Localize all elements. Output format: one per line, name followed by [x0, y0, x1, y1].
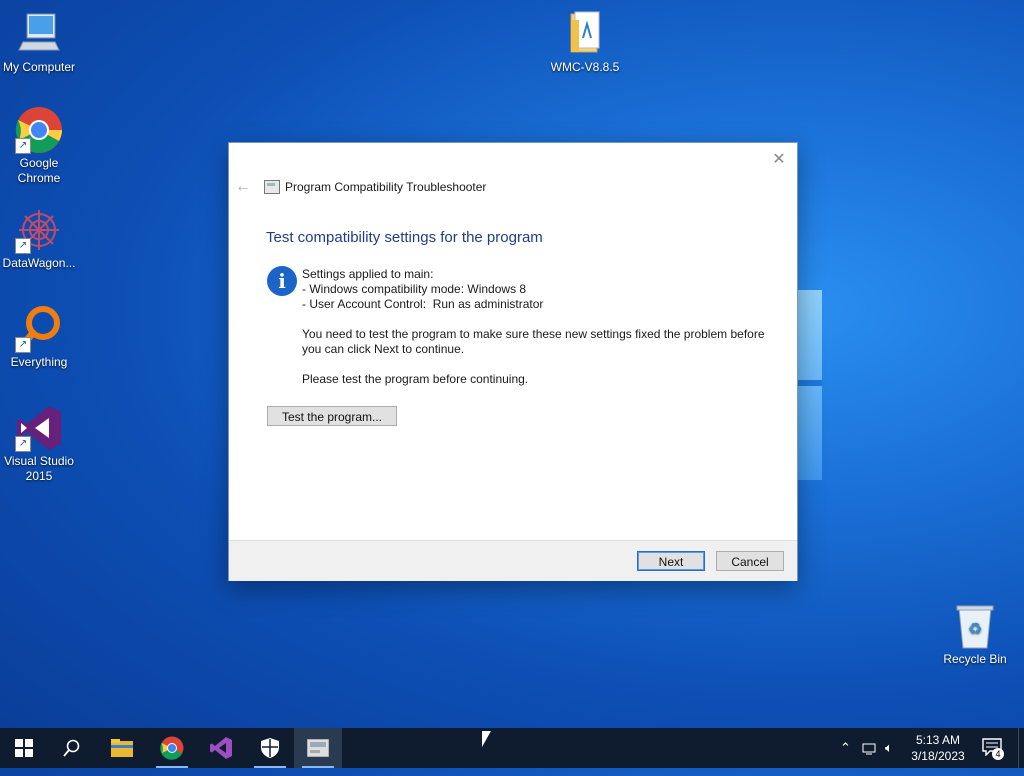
instruction-text: You need to test the program to make sur…: [302, 327, 765, 356]
please-test-text: Please test the program before continuin…: [302, 372, 529, 386]
folder-icon: [561, 10, 609, 58]
desktop-icon-label: My Computer: [2, 60, 76, 74]
windows-logo-icon: [15, 739, 33, 757]
taskbar-troubleshooter[interactable]: [294, 728, 342, 768]
desktop-icon-label: WMC-V8.8.5: [550, 60, 620, 74]
network-icon[interactable]: [862, 728, 878, 768]
search-button[interactable]: [48, 728, 96, 768]
cancel-button[interactable]: Cancel: [716, 551, 784, 571]
search-icon: [63, 739, 80, 757]
desktop-icon-label: Recycle Bin: [943, 652, 1007, 666]
back-arrow-icon[interactable]: ←: [235, 178, 251, 196]
chrome-icon: ↗: [15, 106, 63, 154]
folder-icon: [111, 739, 133, 757]
uac-line: - User Account Control: Run as administr…: [302, 297, 544, 311]
volume-icon[interactable]: 🔈︎: [885, 728, 893, 768]
shortcut-arrow-icon: ↗: [15, 436, 31, 452]
chrome-icon: [160, 736, 184, 760]
desktop-icon-wmc[interactable]: WMC-V8.8.5: [546, 10, 624, 75]
datawagon-icon: ↗: [15, 206, 63, 254]
shortcut-arrow-icon: ↗: [15, 138, 31, 154]
test-program-button[interactable]: Test the program...: [267, 406, 397, 426]
start-button[interactable]: [0, 728, 48, 768]
taskbar-clock[interactable]: 5:13 AM 3/18/2023: [906, 732, 970, 764]
magnifier-icon: ↗: [15, 305, 63, 353]
settings-applied-line: Settings applied to main:: [302, 267, 434, 281]
show-desktop-button[interactable]: [1018, 728, 1024, 768]
info-text-block: Settings applied to main: - Windows comp…: [302, 267, 772, 387]
dialog-title: Program Compatibility Troubleshooter: [285, 180, 487, 194]
desktop-icon-label: Everything: [10, 355, 68, 369]
taskbar: ⌃ 🔈︎ 5:13 AM 3/18/2023 4: [0, 728, 1024, 768]
visual-studio-icon: [210, 737, 232, 759]
desktop-icon-label: DataWagon...: [2, 256, 76, 270]
info-icon: i: [267, 266, 297, 296]
mouse-cursor-icon: [482, 731, 491, 747]
desktop-icon-label: Visual Studio 2015: [4, 454, 74, 483]
close-icon[interactable]: ✕: [769, 149, 789, 169]
compat-mode-line: - Windows compatibility mode: Windows 8: [302, 282, 527, 296]
taskbar-chrome[interactable]: [148, 728, 196, 768]
taskbar-file-explorer[interactable]: [98, 728, 146, 768]
notification-count-badge: 4: [992, 748, 1004, 760]
clock-date: 3/18/2023: [911, 749, 965, 763]
next-button[interactable]: Next: [637, 551, 705, 571]
wallpaper-beam-gap: [798, 380, 822, 386]
desktop-icon-visual-studio[interactable]: ↗ Visual Studio 2015: [0, 404, 78, 484]
svg-text:♻: ♻: [968, 619, 982, 638]
taskbar-visual-studio[interactable]: [197, 728, 245, 768]
shortcut-arrow-icon: ↗: [15, 238, 31, 254]
visual-studio-icon: ↗: [15, 404, 63, 452]
desktop-icon-label: Google Chrome: [17, 156, 61, 185]
show-hidden-icons-chevron-up-icon[interactable]: ⌃: [840, 728, 851, 768]
computer-icon: [15, 10, 63, 58]
troubleshooter-icon: [306, 738, 330, 758]
desktop-icon-my-computer[interactable]: My Computer: [0, 10, 78, 75]
clock-time: 5:13 AM: [915, 733, 961, 747]
page-heading: Test compatibility settings for the prog…: [266, 229, 543, 246]
desktop-icon-recycle-bin[interactable]: ♻ Recycle Bin: [936, 602, 1014, 667]
recycle-bin-icon: ♻: [951, 602, 999, 650]
shortcut-arrow-icon: ↗: [15, 337, 31, 353]
troubleshooter-icon: [264, 180, 280, 194]
dialog-footer: Next Cancel: [229, 540, 797, 581]
troubleshooter-dialog: ✕ ← Program Compatibility Troubleshooter…: [228, 142, 798, 581]
desktop-icon-google-chrome[interactable]: ↗ Google Chrome: [0, 106, 78, 186]
desktop-icon-everything[interactable]: ↗ Everything: [0, 305, 78, 370]
desktop-icon-datawagon[interactable]: ↗ DataWagon...: [0, 206, 78, 271]
shield-icon: [261, 738, 279, 758]
taskbar-security[interactable]: [246, 728, 294, 768]
